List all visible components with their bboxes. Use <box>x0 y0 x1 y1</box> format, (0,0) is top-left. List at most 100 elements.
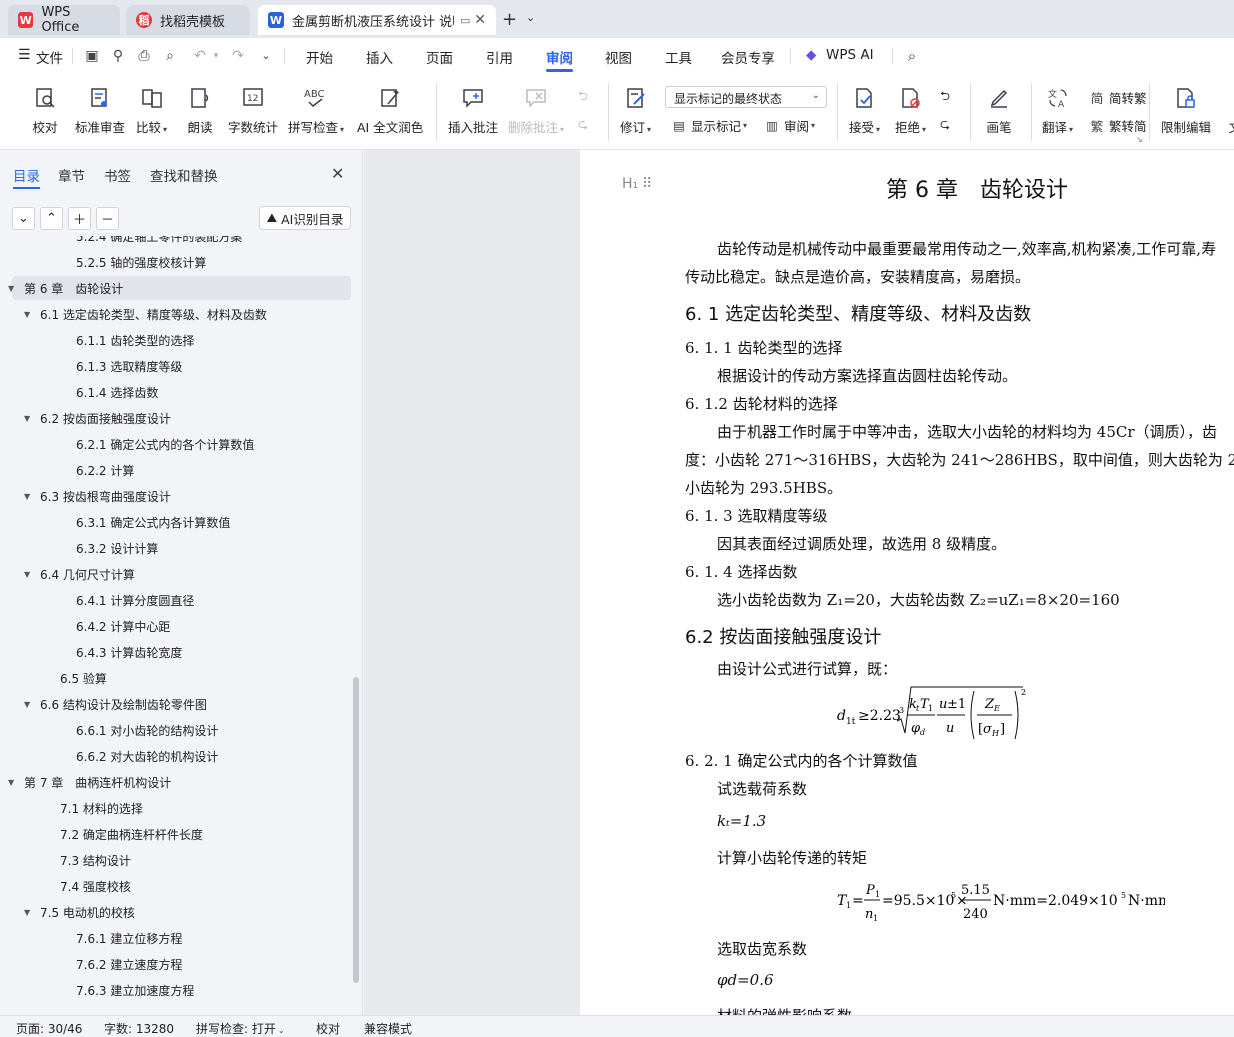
expand-down-button[interactable]: ⌄ <box>12 207 35 230</box>
word-count-indicator[interactable]: 字数: 13280 <box>104 1020 174 1037</box>
chevron-down-icon[interactable]: ⌄ <box>526 11 535 24</box>
collapse-up-button[interactable]: ⌃ <box>40 207 63 230</box>
toc-item[interactable]: ▼ 6.4 几何尺寸计算 <box>0 562 350 586</box>
compare-button[interactable]: 比较 ▾ <box>136 85 167 136</box>
toc-item[interactable]: ▼ 6.3 按齿根弯曲强度设计 <box>0 484 350 508</box>
menu-file[interactable]: 文件 <box>36 47 63 67</box>
tab-template[interactable]: 稻 找稻壳模板 <box>126 5 250 35</box>
collapse-triangle-icon[interactable]: ▼ <box>8 284 24 293</box>
toc-item[interactable]: 7.1 材料的选择 <box>0 796 350 820</box>
previous-comment-icon[interactable]: ⮌ <box>578 87 588 108</box>
screen-icon[interactable]: ▭ <box>460 14 470 27</box>
toc-item[interactable]: 6.3.2 设计计算 <box>0 536 350 560</box>
menu-wps-ai[interactable]: WPS AI <box>826 47 874 63</box>
toc-item[interactable]: 7.2 确定曲柄连杆杆件长度 <box>0 822 350 846</box>
toc-item[interactable]: 6.4.1 计算分度圆直径 <box>0 588 350 612</box>
next-change-icon[interactable]: ⮎ <box>940 115 950 136</box>
document-more-button[interactable]: 文 <box>1222 85 1234 136</box>
tab-toc[interactable]: 目录 <box>13 165 40 185</box>
toc-item[interactable]: 6.1.3 选取精度等级 <box>0 354 350 378</box>
collapse-triangle-icon[interactable]: ▼ <box>24 908 40 917</box>
menu-insert[interactable]: 插入 <box>366 47 393 67</box>
toc-item[interactable]: 6.2.1 确定公式内的各个计算数值 <box>0 432 350 456</box>
save-icon[interactable]: ▣ <box>84 48 100 64</box>
previous-change-icon[interactable]: ⮌ <box>940 87 950 108</box>
word-count-button[interactable]: 12 字数统计 <box>228 85 278 136</box>
toc-item[interactable]: 7.3 结构设计 <box>0 848 350 872</box>
toc-item[interactable]: ▼ 第 7 章 曲柄连杆机构设计 <box>0 770 350 794</box>
collapse-triangle-icon[interactable]: ▼ <box>24 310 40 319</box>
menu-page[interactable]: 页面 <box>426 47 453 67</box>
standard-review-button[interactable]: 标准审查 <box>75 85 125 136</box>
menu-membership[interactable]: 会员专享 <box>721 47 775 67</box>
spell-check-button[interactable]: ABC 拼写检查 ▾ <box>288 85 344 136</box>
delete-comment-button[interactable]: 删除批注 ▾ <box>508 85 564 136</box>
collapse-triangle-icon[interactable]: ▼ <box>24 700 40 709</box>
menu-home[interactable]: 开始 <box>306 47 333 67</box>
new-tab-icon[interactable]: + <box>502 9 517 30</box>
remove-heading-button[interactable]: － <box>96 207 119 230</box>
spell-check-indicator[interactable]: 拼写检查: 打开 ⌄ <box>196 1020 285 1037</box>
toc-item[interactable]: 6.5 验算 <box>0 666 350 690</box>
track-changes-button[interactable]: 修订 ▾ <box>620 85 651 136</box>
toc-item[interactable]: 5.2.5 轴的强度校核计算 <box>0 250 350 274</box>
toc-item[interactable]: ▼ 6.1 选定齿轮类型、精度等级、材料及齿数 <box>0 302 350 326</box>
toc-item[interactable]: 6.2.2 计算 <box>0 458 350 482</box>
search-icon[interactable]: ⌕ <box>904 48 920 64</box>
toc-item[interactable]: 7.6.2 建立速度方程 <box>0 952 350 976</box>
close-tab-icon[interactable]: ✕ <box>474 12 486 28</box>
tab-find-replace[interactable]: 查找和替换 <box>150 165 218 185</box>
tab-document[interactable]: W 金属剪断机液压系统设计 说明 ▭ ✕ <box>258 5 496 35</box>
ai-polish-button[interactable]: AI 全文润色 <box>357 85 423 136</box>
hamburger-icon[interactable]: ☰ <box>18 47 31 63</box>
ai-toc-button[interactable]: ⛰ AI识别目录 <box>259 206 351 230</box>
print-icon[interactable]: ⎙ <box>136 48 152 64</box>
expand-dialog-icon[interactable]: ↘ <box>1136 135 1143 144</box>
document-page[interactable]: H₁ ⠿ 第 6 章 齿轮设计 齿轮传动是机械传动中最重要最常用传动之一,效率高… <box>580 150 1234 1015</box>
drag-handle-icon[interactable]: ⠿ <box>642 176 652 192</box>
toc-item[interactable]: 6.4.2 计算中心距 <box>0 614 350 638</box>
menu-reference[interactable]: 引用 <box>486 47 513 67</box>
toc-item[interactable]: 6.6.2 对大齿轮的机构设计 <box>0 744 350 768</box>
accept-button[interactable]: 接受 ▾ <box>849 85 880 136</box>
collapse-triangle-icon[interactable]: ▼ <box>24 492 40 501</box>
toc-item[interactable]: ▼ 6.6 结构设计及绘制齿轮零件图 <box>0 692 350 716</box>
toc-item[interactable]: 6.1.1 齿轮类型的选择 <box>0 328 350 352</box>
pen-button[interactable]: 画笔 <box>986 85 1012 136</box>
toc-item[interactable]: 6.3.1 确定公式内各计算数值 <box>0 510 350 534</box>
to-traditional-button[interactable]: 简简转繁 <box>1088 88 1147 107</box>
toc-item[interactable]: ▼ 7.5 电动机的校核 <box>0 900 350 924</box>
toc-item[interactable]: 6.6.1 对小齿轮的结构设计 <box>0 718 350 742</box>
tab-bookmarks[interactable]: 书签 <box>104 165 131 185</box>
close-panel-icon[interactable]: ✕ <box>331 164 344 183</box>
toc-item[interactable]: 5.2.4 确定轴上零件的装配方案 <box>0 236 350 248</box>
toc-item[interactable]: 7.6.1 建立位移方程 <box>0 926 350 950</box>
toc-item[interactable]: ▼ 第 6 章 齿轮设计 <box>8 276 351 300</box>
print-preview-icon[interactable]: ⌕ <box>162 48 178 64</box>
insert-comment-button[interactable]: 插入批注 <box>448 85 498 136</box>
more-chevron-icon[interactable]: ⌄ <box>258 48 274 64</box>
export-icon[interactable]: ⚲ <box>110 48 126 64</box>
proofread-button[interactable]: 校对 <box>32 85 58 136</box>
collapse-triangle-icon[interactable]: ▼ <box>24 414 40 423</box>
review-pane-button[interactable]: ▥ 审阅 ▾ <box>763 116 815 135</box>
redo-icon[interactable]: ↷ <box>230 48 246 64</box>
menu-view[interactable]: 视图 <box>605 47 632 67</box>
collapse-triangle-icon[interactable]: ▼ <box>24 570 40 579</box>
toc-item[interactable]: 6.1.4 选择齿数 <box>0 380 350 404</box>
reject-button[interactable]: 拒绝 ▾ <box>895 85 926 136</box>
read-aloud-button[interactable]: 朗读 <box>187 85 213 136</box>
show-markup-button[interactable]: ▤ 显示标记 ▾ <box>670 116 747 135</box>
toc-item[interactable]: 7.6.3 建立加速度方程 <box>0 978 350 1002</box>
toc-scrollbar[interactable] <box>353 677 359 983</box>
page-indicator[interactable]: 页面: 30/46 <box>16 1020 82 1037</box>
markup-display-select[interactable]: 显示标记的最终状态 ⌄ <box>665 86 827 108</box>
toc-item[interactable]: ▼ 6.2 按齿面接触强度设计 <box>0 406 350 430</box>
restrict-edit-button[interactable]: 限制编辑 <box>1161 85 1211 136</box>
menu-tools[interactable]: 工具 <box>665 47 692 67</box>
tab-chapters[interactable]: 章节 <box>58 165 85 185</box>
undo-dropdown-icon[interactable]: ▾ <box>208 48 224 64</box>
heading-marker[interactable]: H₁ <box>622 176 638 192</box>
toc-item[interactable]: 6.4.3 计算齿轮宽度 <box>0 640 350 664</box>
tab-wps-office[interactable]: W WPS Office <box>8 5 120 35</box>
